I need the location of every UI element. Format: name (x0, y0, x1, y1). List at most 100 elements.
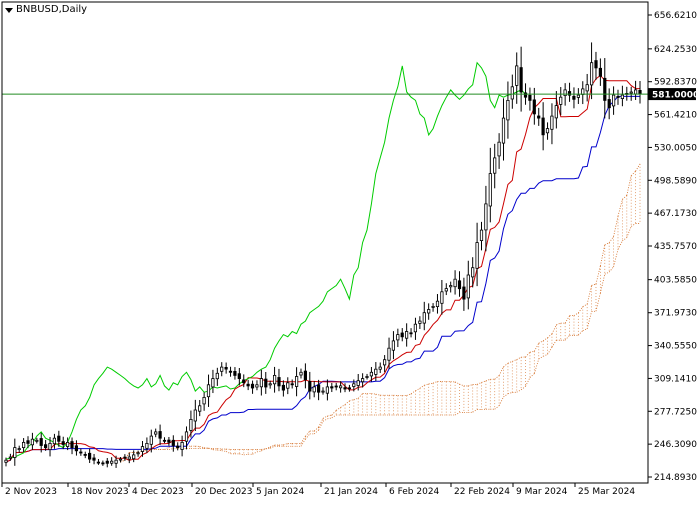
candle-body (221, 367, 223, 371)
chevron-down-icon[interactable] (5, 8, 13, 13)
candle-body (595, 61, 597, 68)
candle-body (524, 93, 526, 97)
y-tick-label: 277.7250 (654, 407, 697, 417)
candle-body (185, 432, 187, 441)
senkou-span-a-segment (596, 266, 600, 284)
candle (348, 385, 350, 392)
candle-body (128, 457, 130, 459)
senkou-span-b-segment (627, 226, 631, 237)
senkou-span-b-segment (543, 354, 547, 356)
candle (551, 103, 553, 144)
senkou-span-a-segment (495, 376, 499, 380)
candle (124, 454, 126, 461)
x-tick-label: 21 Jan 2024 (324, 487, 378, 497)
senkou-span-a-segment (468, 385, 472, 386)
candle-body (401, 333, 403, 337)
candle (172, 435, 174, 451)
senkou-span-a-segment (200, 447, 204, 448)
senkou-span-a-segment (526, 352, 530, 357)
senkou-span-a-segment (631, 171, 635, 176)
senkou-span-a-segment (565, 316, 569, 323)
candle (546, 122, 548, 139)
senkou-span-a-segment (226, 451, 230, 453)
x-tick-label: 20 Dec 2023 (195, 487, 253, 497)
candle (568, 83, 570, 102)
candle-body (111, 461, 113, 463)
candle-body (256, 385, 258, 387)
ichimoku-cloud (120, 164, 640, 462)
candle-body (282, 385, 284, 390)
candle-body (494, 158, 496, 173)
current-price-label: 581.0000 (652, 91, 699, 101)
y-tick-label: 435.7570 (654, 242, 697, 252)
candle (397, 329, 399, 347)
candle-body (159, 432, 161, 439)
candle-body (269, 384, 271, 385)
candle-body (44, 445, 46, 448)
candle (511, 75, 513, 109)
senkou-span-b-segment (614, 249, 618, 266)
y-tick-label: 561.4210 (654, 111, 697, 121)
candle-body (181, 442, 183, 449)
candle (22, 438, 24, 452)
x-tick-label: 18 Nov 2023 (71, 487, 129, 497)
senkou-span-a-segment (578, 307, 582, 313)
candle-body (66, 442, 68, 446)
candle (383, 355, 385, 372)
candle-body (454, 279, 456, 287)
candle (84, 452, 86, 458)
senkou-span-a-segment (165, 447, 169, 449)
candle (80, 448, 82, 455)
senkou-span-b-segment (552, 340, 556, 347)
candle (489, 148, 491, 222)
candle-body (243, 380, 245, 383)
senkou-span-a-segment (486, 379, 490, 381)
candle (71, 437, 73, 454)
candle (168, 437, 170, 446)
candle (260, 370, 262, 396)
senkou-span-b-segment (583, 329, 587, 331)
chikou-span-line (6, 63, 526, 459)
senkou-span-a-segment (534, 343, 538, 351)
candle (88, 449, 90, 463)
candle-body (146, 443, 148, 448)
candle (507, 81, 509, 138)
senkou-span-a-segment (301, 436, 305, 443)
chart-svg: 656.6210624.2530592.8370561.4210530.0050… (0, 0, 700, 500)
senkou-span-a-segment (459, 384, 463, 386)
senkou-span-a-segment (371, 394, 375, 395)
candle (617, 90, 619, 105)
candle-body (317, 385, 319, 392)
senkou-span-b-segment (605, 272, 609, 274)
candle-body (397, 335, 399, 340)
senkou-span-a-segment (556, 323, 560, 325)
candle-body (124, 457, 126, 458)
candle-body (229, 371, 231, 372)
senkou-span-b-segment (548, 347, 552, 354)
candle (256, 380, 258, 390)
candle (476, 223, 478, 286)
candle-body (260, 379, 262, 387)
candle (278, 369, 280, 391)
candle-body (5, 460, 7, 462)
x-tick-label: 5 Jan 2024 (256, 487, 304, 497)
candle (634, 81, 636, 100)
senkou-span-a-segment (499, 367, 503, 376)
senkou-span-b-segment (305, 434, 309, 439)
senkou-span-a-segment (411, 391, 415, 394)
candle-body (564, 90, 566, 96)
candle-body (379, 367, 381, 369)
senkou-span-b-segment (495, 406, 499, 409)
candle-body (612, 95, 614, 106)
senkou-span-a-segment (270, 445, 274, 447)
candle-body (304, 371, 306, 380)
candle (428, 303, 430, 319)
senkou-span-a-segment (636, 164, 640, 171)
candle-body (27, 441, 29, 444)
candle (221, 362, 223, 376)
candle (53, 434, 55, 449)
senkou-span-a-segment (345, 401, 349, 405)
candle (102, 461, 104, 466)
x-tick-label: 4 Dec 2023 (132, 487, 184, 497)
candle (159, 425, 161, 445)
